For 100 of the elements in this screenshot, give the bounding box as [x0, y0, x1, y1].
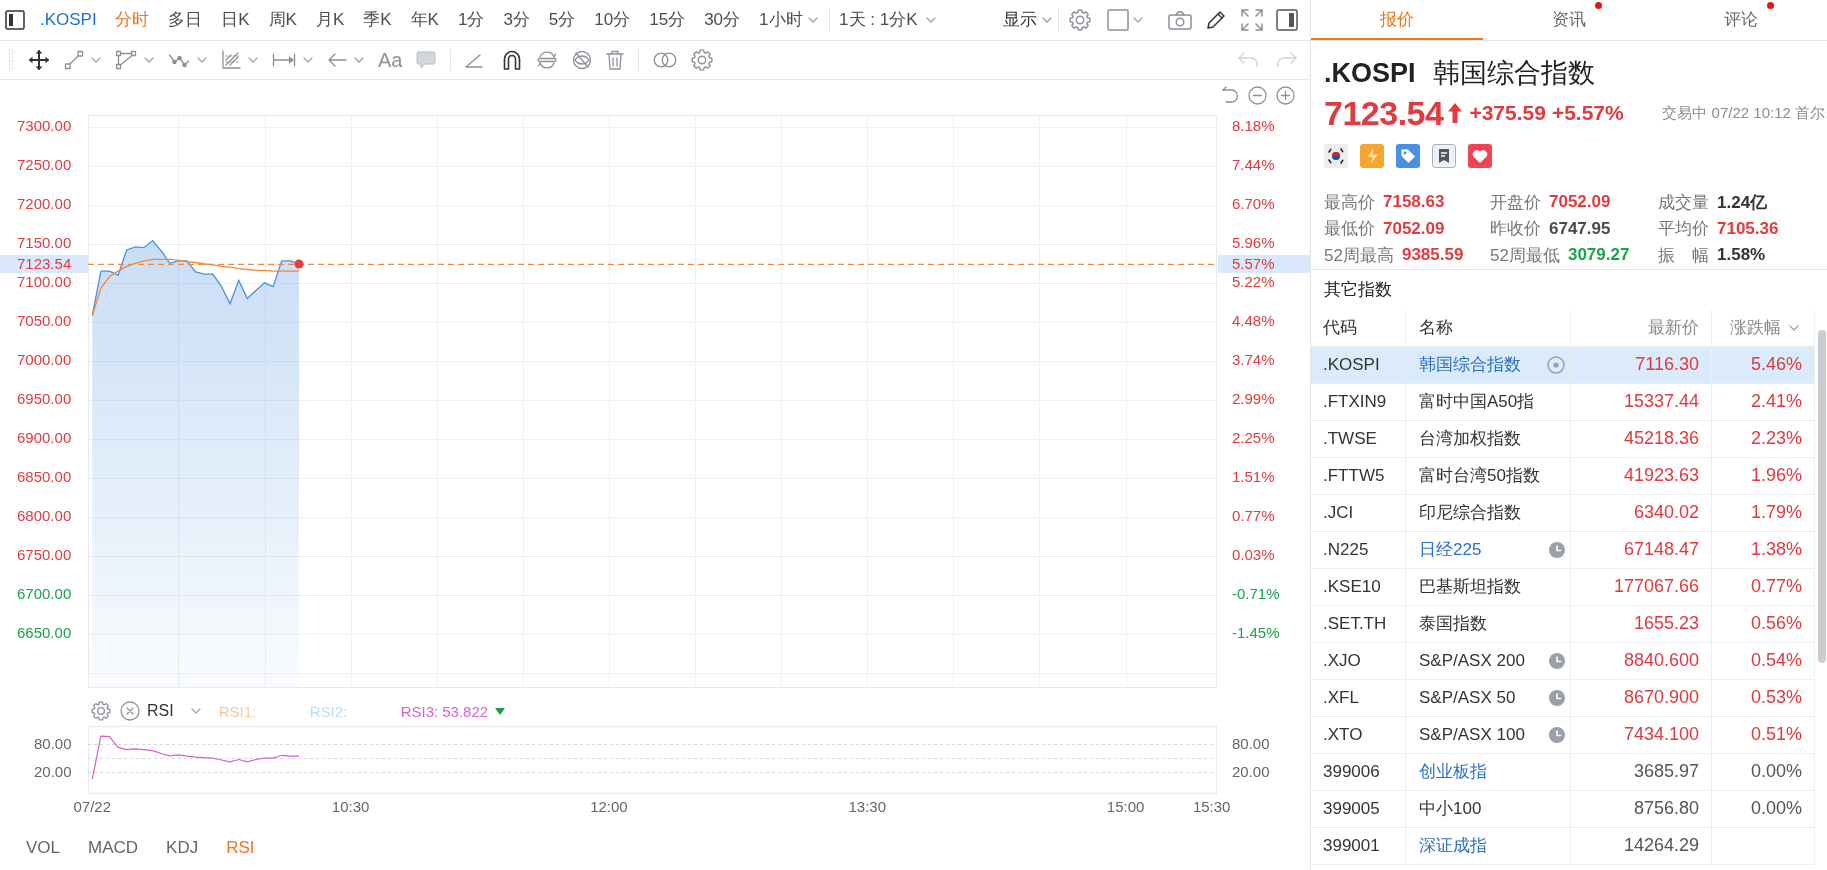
index-row[interactable]: .JCI 印尼综合指数 6340.02 1.79%	[1311, 494, 1815, 532]
line-tool-button[interactable]	[64, 50, 101, 70]
panel-tab[interactable]: 资讯	[1483, 0, 1655, 40]
index-row[interactable]: .N225 日经225 67148.47 1.38%	[1311, 531, 1815, 569]
column-header[interactable]: 名称	[1419, 316, 1453, 339]
fullscreen-icon[interactable]	[1241, 9, 1263, 31]
sidebar-toggle-icon[interactable]	[5, 10, 25, 30]
column-header[interactable]: 代码	[1323, 316, 1357, 339]
display-dropdown[interactable]: 显示	[1003, 9, 1052, 31]
index-name: 泰国指数	[1419, 613, 1487, 635]
legend-label: RSI3:	[400, 702, 439, 720]
panel-tab[interactable]: 评论	[1655, 0, 1827, 40]
index-name: 中小100	[1419, 798, 1482, 820]
measure-tool-button[interactable]	[272, 52, 313, 68]
index-row[interactable]: .TWSE 台湾加权指数 45218.36 2.23%	[1311, 420, 1815, 458]
index-row[interactable]: .XFL S&P/ASX 50 8670.900 0.53%	[1311, 679, 1815, 717]
code-cell: 399001	[1311, 827, 1406, 864]
index-name: 台湾加权指数	[1419, 428, 1521, 450]
period-tab[interactable]: 月K	[306, 9, 354, 31]
period-tab[interactable]: 3分	[493, 9, 540, 31]
reset-icon[interactable]	[1221, 86, 1239, 104]
eye-slash-icon[interactable]	[572, 50, 593, 70]
change-cell: 0.00%	[1712, 790, 1815, 827]
index-name[interactable]: 韩国综合指数	[1419, 353, 1521, 376]
arrow-tool-button[interactable]	[327, 53, 364, 67]
index-row[interactable]: .KOSPI 韩国综合指数 7116.30 5.46%	[1311, 346, 1815, 384]
axis-label: 6650.00	[17, 624, 72, 642]
zoom-out-icon[interactable]	[1248, 85, 1267, 105]
square-dropdown[interactable]	[1107, 9, 1143, 31]
column-header[interactable]: 最新价	[1648, 316, 1699, 339]
section-title: 其它指数	[1311, 268, 1827, 310]
period-tab[interactable]: 30分	[694, 9, 750, 31]
settings-icon[interactable]	[691, 49, 714, 71]
legend-label: RSI1:	[218, 702, 257, 720]
indicator-tab[interactable]: VOL	[26, 838, 61, 858]
pencil-icon[interactable]	[1206, 10, 1226, 30]
trading-status: 交易中 07/22 10:12 首尔	[1662, 103, 1825, 123]
index-row[interactable]: .XTO S&P/ASX 100 7434.100 0.51%	[1311, 716, 1815, 754]
comment-icon[interactable]	[416, 51, 437, 69]
axis-label: 5.22%	[1232, 273, 1275, 291]
chart-tool-button[interactable]	[221, 50, 258, 70]
sync-icon[interactable]	[536, 50, 559, 70]
index-row[interactable]: 399005 中小100 8756.80 0.00%	[1311, 790, 1815, 828]
bookmark-icon	[1432, 144, 1456, 168]
axis-label: 6.70%	[1232, 195, 1275, 213]
circles-icon[interactable]	[653, 52, 678, 68]
index-name[interactable]: 深证成指	[1419, 834, 1487, 857]
change-cell: 1.96%	[1712, 457, 1815, 494]
index-name[interactable]: 创业板指	[1419, 760, 1487, 783]
index-row[interactable]: .FTTW5 富时台湾50指数 41923.63 1.96%	[1311, 457, 1815, 495]
panel-toggle-icon[interactable]	[1276, 9, 1298, 31]
period-tab[interactable]: 1分	[448, 9, 494, 31]
axis-label: 7300.00	[17, 117, 72, 135]
index-name: 巴基斯坦指数	[1419, 576, 1521, 598]
period-tab[interactable]: 季K	[353, 9, 402, 31]
polygon-tool-button[interactable]	[115, 50, 154, 70]
period-tab[interactable]: 日K	[211, 9, 260, 31]
range-dropdown[interactable]: 1天 : 1分K	[839, 9, 937, 31]
move-icon[interactable]	[28, 49, 50, 71]
index-row[interactable]: .XJO S&P/ASX 200 8840.600 0.54%	[1311, 642, 1815, 680]
trash-icon[interactable]	[606, 50, 625, 70]
period-tab[interactable]: 5分	[539, 9, 585, 31]
stat-value: 7052.09	[1383, 218, 1445, 239]
index-row[interactable]: 399001 深证成指 14264.29	[1311, 827, 1815, 865]
magnet-icon[interactable]	[502, 50, 523, 70]
axis-label: 0.77%	[1232, 507, 1275, 525]
indicator-tab[interactable]: MACD	[88, 838, 139, 858]
period-tab[interactable]: 10分	[584, 9, 640, 31]
scrollbar-thumb[interactable]	[1818, 329, 1826, 663]
indicator-tab[interactable]: KDJ	[166, 838, 199, 858]
chevron-down-icon	[926, 17, 937, 23]
zoom-in-icon[interactable]	[1276, 85, 1295, 105]
symbol-link[interactable]: .KOSPI	[40, 9, 97, 31]
index-name: 富时中国A50指	[1419, 391, 1535, 413]
period-tab[interactable]: 多日	[158, 9, 212, 31]
period-tab[interactable]: 年K	[401, 9, 449, 31]
period-tab[interactable]: 1小时	[749, 9, 828, 31]
code-cell: .KSE10	[1311, 568, 1406, 605]
period-tab[interactable]: 15分	[639, 9, 695, 31]
axis-label: 5.96%	[1232, 234, 1275, 252]
period-tab[interactable]: 周K	[259, 9, 307, 31]
chevron-down-icon	[144, 57, 154, 63]
angle-icon[interactable]	[465, 52, 484, 68]
settings-icon[interactable]	[91, 701, 111, 721]
settings-icon[interactable]	[1069, 9, 1091, 31]
code-cell: .XJO	[1311, 642, 1406, 679]
index-row[interactable]: .KSE10 巴基斯坦指数 177067.66 0.77%	[1311, 568, 1815, 606]
index-name[interactable]: 日经225	[1419, 538, 1482, 561]
span-arrow-icon	[272, 52, 296, 68]
column-header[interactable]: 涨跌幅	[1730, 316, 1781, 339]
index-row[interactable]: 399006 创业板指 3685.97 0.00%	[1311, 753, 1815, 791]
index-row[interactable]: .SET.TH 泰国指数 1655.23 0.56%	[1311, 605, 1815, 643]
axis-label: 6800.00	[17, 507, 72, 525]
index-row[interactable]: .FTXIN9 富时中国A50指 15337.44 2.41%	[1311, 383, 1815, 421]
price-cell: 45218.36	[1571, 420, 1712, 457]
indicator-dropdown[interactable]: RSI	[147, 702, 201, 720]
legend-value: 53.822	[442, 702, 489, 720]
close-icon[interactable]	[120, 701, 140, 721]
time-label: 13:30	[848, 798, 887, 815]
camera-icon[interactable]	[1168, 10, 1192, 30]
